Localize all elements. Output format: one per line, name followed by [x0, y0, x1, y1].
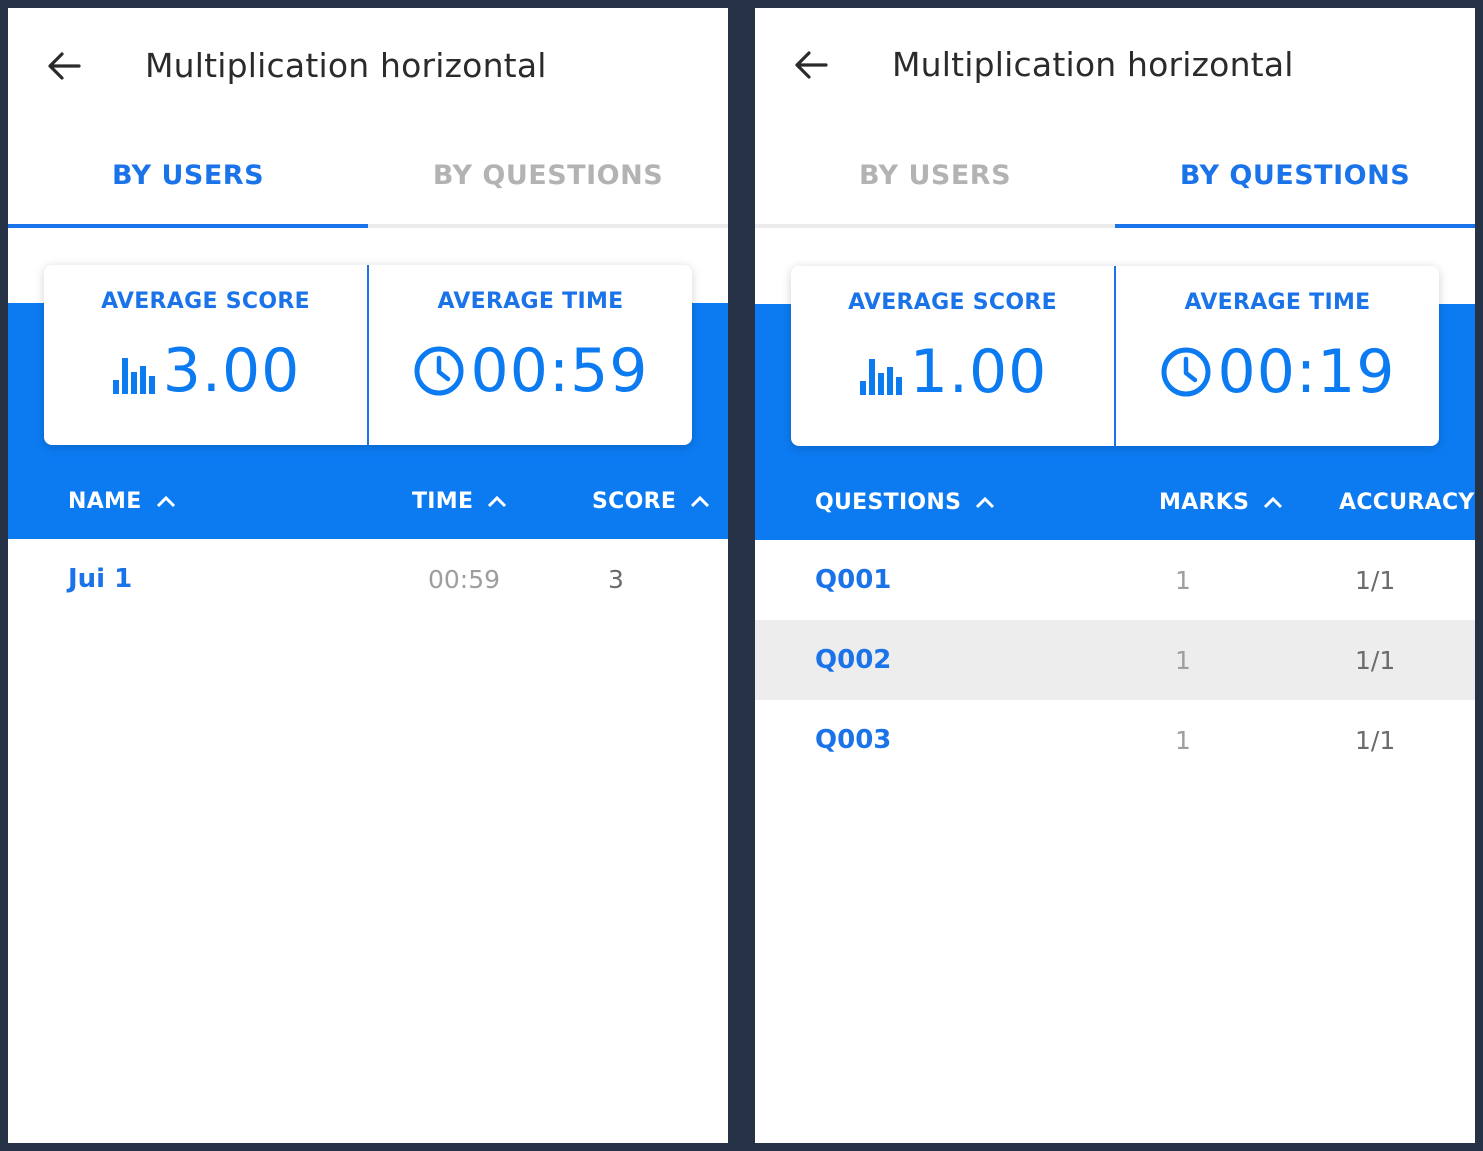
page-title: Multiplication horizontal — [145, 46, 547, 85]
arrow-back-icon — [795, 51, 828, 79]
stats-card: AVERAGE SCORE 3.00 AVERAGE TIME 00:59 — [44, 265, 692, 445]
question-link[interactable]: Q003 — [815, 700, 891, 780]
accuracy-cell: 1/1 — [1355, 565, 1396, 595]
back-button[interactable] — [791, 47, 831, 83]
clock-icon — [1160, 346, 1212, 398]
column-header-label: TIME — [412, 488, 474, 514]
app-bar: Multiplication horizontal — [8, 8, 728, 123]
column-header-label: MARKS — [1159, 489, 1250, 515]
average-time-value: 00:19 — [1217, 337, 1396, 407]
average-score-stat: AVERAGE SCORE 1.00 — [791, 266, 1114, 446]
app-bar: Multiplication horizontal — [755, 8, 1475, 123]
clock-icon — [413, 345, 465, 397]
average-score-stat: AVERAGE SCORE 3.00 — [44, 265, 367, 445]
tab-bar: BY USERS BY QUESTIONS — [755, 123, 1475, 228]
marks-cell: 1 — [1175, 725, 1191, 755]
accuracy-cell: 1/1 — [1355, 645, 1396, 675]
tab-by-users[interactable]: BY USERS — [755, 123, 1115, 228]
table-row[interactable]: Jui 1 00:59 3 — [8, 539, 728, 619]
bar-chart-icon — [111, 346, 157, 396]
column-header-time[interactable]: TIME — [412, 463, 507, 539]
average-time-stat: AVERAGE TIME 00:19 — [1114, 266, 1439, 446]
column-header-accuracy[interactable]: ACCURACY — [1339, 464, 1475, 540]
average-time-value: 00:59 — [470, 336, 649, 406]
average-time-label: AVERAGE TIME — [1184, 290, 1371, 315]
marks-cell: 1 — [1175, 565, 1191, 595]
report-panel-by-users: Multiplication horizontal BY USERS BY QU… — [8, 8, 728, 1143]
table-row[interactable]: Q003 1 1/1 — [755, 700, 1475, 780]
column-header-label: QUESTIONS — [815, 489, 962, 515]
chevron-up-icon — [976, 496, 995, 509]
stats-card: AVERAGE SCORE 1.00 AVERAGE TIME 00:19 — [791, 266, 1439, 446]
column-header-label: NAME — [68, 488, 142, 514]
tab-bar: BY USERS BY QUESTIONS — [8, 123, 728, 228]
column-header-name[interactable]: NAME — [68, 463, 176, 539]
question-link[interactable]: Q002 — [815, 620, 891, 700]
chevron-up-icon — [1264, 496, 1283, 509]
table-row[interactable]: Q002 1 1/1 — [755, 620, 1475, 700]
tab-active-indicator — [8, 224, 368, 228]
chevron-up-icon — [691, 495, 710, 508]
column-header-label: SCORE — [592, 488, 677, 514]
table-header: QUESTIONS MARKS ACCURACY — [755, 464, 1475, 540]
score-cell: 3 — [608, 564, 624, 594]
bar-chart-icon — [858, 347, 904, 397]
tab-by-questions[interactable]: BY QUESTIONS — [1115, 123, 1475, 228]
time-cell: 00:59 — [428, 564, 501, 594]
average-score-value: 3.00 — [162, 336, 301, 406]
average-time-stat: AVERAGE TIME 00:59 — [367, 265, 692, 445]
report-panel-by-questions: Multiplication horizontal BY USERS BY QU… — [755, 8, 1475, 1143]
average-time-label: AVERAGE TIME — [437, 289, 624, 314]
tab-active-indicator — [1115, 224, 1475, 228]
tab-by-users[interactable]: BY USERS — [8, 123, 368, 228]
arrow-back-icon — [48, 52, 81, 80]
marks-cell: 1 — [1175, 645, 1191, 675]
chevron-up-icon — [156, 495, 175, 508]
average-score-label: AVERAGE SCORE — [101, 289, 310, 314]
average-score-label: AVERAGE SCORE — [848, 290, 1057, 315]
chevron-up-icon — [488, 495, 507, 508]
average-score-value: 1.00 — [909, 337, 1048, 407]
column-header-label: ACCURACY — [1339, 489, 1475, 515]
back-button[interactable] — [44, 48, 84, 84]
user-name-link[interactable]: Jui 1 — [68, 539, 132, 619]
page-title: Multiplication horizontal — [892, 45, 1294, 84]
column-header-marks[interactable]: MARKS — [1159, 464, 1283, 540]
column-header-score[interactable]: SCORE — [592, 463, 710, 539]
question-link[interactable]: Q001 — [815, 540, 891, 620]
column-header-questions[interactable]: QUESTIONS — [815, 464, 995, 540]
tab-by-questions[interactable]: BY QUESTIONS — [368, 123, 728, 228]
accuracy-cell: 1/1 — [1355, 725, 1396, 755]
table-row[interactable]: Q001 1 1/1 — [755, 540, 1475, 620]
table-header: NAME TIME SCORE — [8, 463, 728, 539]
